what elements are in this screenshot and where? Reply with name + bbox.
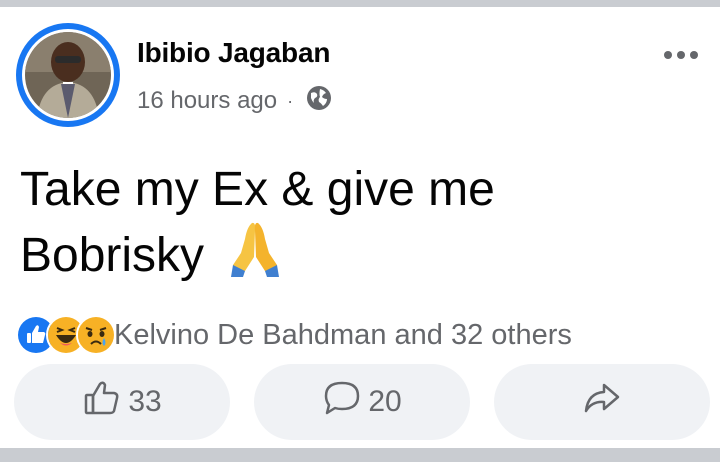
- like-count: 33: [128, 385, 162, 418]
- thumbs-up-icon: [82, 379, 122, 425]
- comment-icon: [322, 379, 362, 425]
- sad-reaction-icon: [76, 315, 116, 355]
- action-bar: 33 20: [14, 364, 710, 440]
- post-text: Take my Ex & give me Bobrisky: [20, 159, 680, 293]
- avatar-photo: [25, 32, 111, 118]
- post-card: Ibibio Jagaban 16 hours ago · Take my Ex…: [0, 7, 720, 448]
- reaction-summary-text[interactable]: Kelvino De Bahdman and 32 others: [114, 319, 572, 352]
- comment-count: 20: [368, 385, 402, 418]
- post-text-line-2-wrap: Bobrisky: [20, 221, 680, 293]
- folded-hands-emoji-icon: [231, 221, 280, 293]
- meta-separator: ·: [287, 90, 294, 111]
- post-timestamp[interactable]: 16 hours ago: [137, 87, 277, 115]
- reactions-summary[interactable]: Kelvino De Bahdman and 32 others: [16, 313, 572, 357]
- avatar[interactable]: [16, 23, 120, 127]
- post-text-line-1: Take my Ex & give me: [20, 163, 495, 216]
- post-meta: 16 hours ago ·: [137, 85, 333, 117]
- share-button[interactable]: [494, 364, 710, 440]
- post-text-line-2: Bobrisky: [20, 229, 205, 282]
- globe-icon: [305, 84, 333, 119]
- like-button[interactable]: 33: [14, 364, 230, 440]
- comment-button[interactable]: 20: [254, 364, 470, 440]
- share-arrow-icon: [582, 379, 622, 425]
- more-options-icon[interactable]: [664, 51, 698, 59]
- author-name[interactable]: Ibibio Jagaban: [137, 37, 330, 69]
